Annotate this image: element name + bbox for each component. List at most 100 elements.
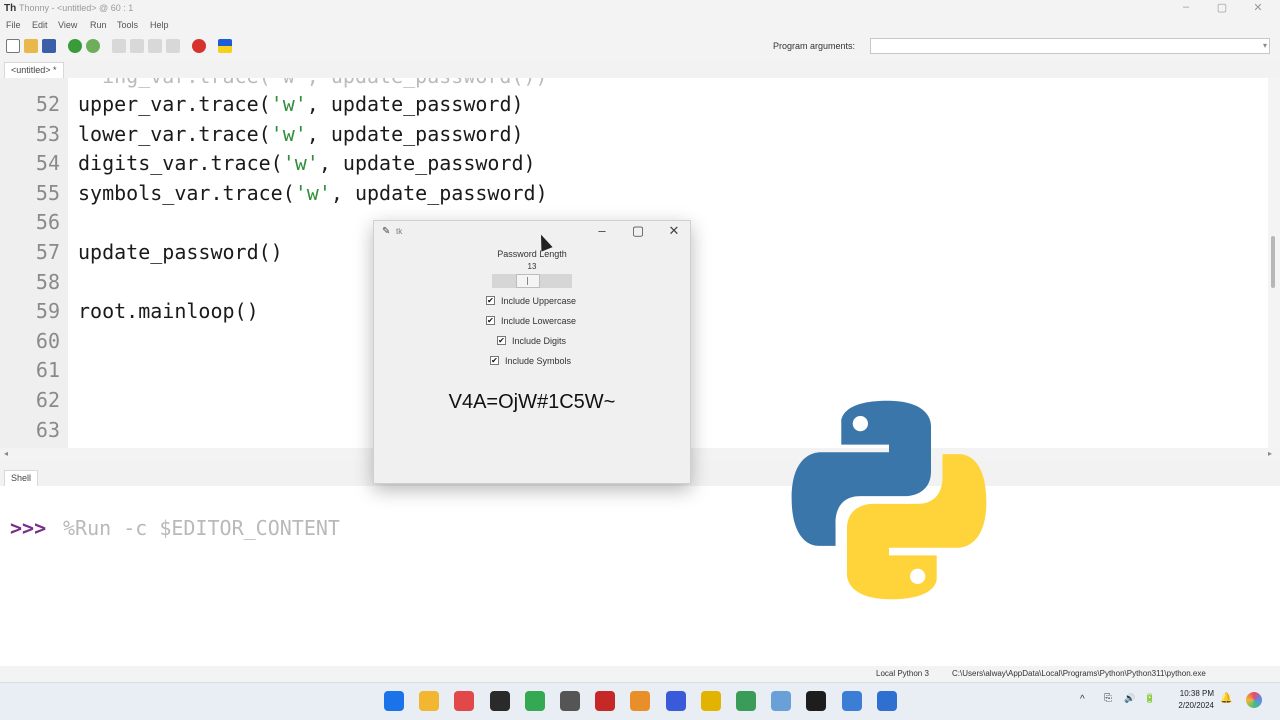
symbols-checkbox[interactable]: ✔ bbox=[490, 356, 499, 365]
shell-tab[interactable]: Shell bbox=[4, 470, 39, 486]
step-out-icon[interactable] bbox=[148, 39, 162, 53]
string-literal: 'w' bbox=[270, 92, 307, 116]
line-number: 60 bbox=[35, 328, 60, 353]
tray-app-icon[interactable]: ⎘ bbox=[1104, 693, 1112, 704]
calculator-icon[interactable] bbox=[841, 691, 862, 711]
line-number: 55 bbox=[35, 180, 60, 205]
minimize-button[interactable]: – bbox=[1166, 1, 1206, 17]
scrollbar-thumb[interactable] bbox=[1271, 236, 1275, 288]
code-text: , update_password) bbox=[330, 180, 548, 205]
string-literal: 'w' bbox=[294, 180, 331, 205]
popup-title-bar[interactable]: ✎ tk – ▢ ✕ bbox=[374, 221, 690, 243]
password-generator-window[interactable]: ✎ tk – ▢ ✕ Password Length 13 ✔ Include … bbox=[373, 220, 691, 484]
scroll-left-icon[interactable]: ◂ bbox=[4, 449, 8, 458]
stop-icon[interactable] bbox=[192, 39, 206, 53]
line-number: 52 bbox=[35, 92, 60, 116]
snipping-tool-icon[interactable] bbox=[454, 691, 475, 711]
resume-icon[interactable] bbox=[166, 39, 180, 53]
app-icon-paint[interactable] bbox=[630, 691, 651, 711]
partial-code-line: ing_var.trace('w', update_password()) bbox=[78, 78, 548, 88]
code-line[interactable]: update_password() bbox=[78, 240, 283, 264]
terminal-icon[interactable] bbox=[489, 691, 510, 711]
app-icon-red[interactable] bbox=[595, 691, 616, 711]
password-length-label: Password Length bbox=[497, 249, 567, 259]
taskbar: ^ ⎘ 🔊 🔋 10:38 PM 2/20/2024 🔔 bbox=[0, 682, 1280, 720]
line-number: 56 bbox=[35, 210, 60, 235]
shell-panel[interactable]: >>> %Run -c $EDITOR_CONTENT bbox=[0, 400, 1280, 666]
editor-vertical-scrollbar[interactable] bbox=[1268, 78, 1280, 448]
interpreter-label[interactable]: Local Python 3 bbox=[876, 669, 929, 678]
line-number: 59 bbox=[35, 299, 60, 324]
chrome-icon[interactable] bbox=[524, 691, 545, 711]
photos-icon[interactable] bbox=[771, 691, 792, 711]
popup-minimize-button[interactable]: – bbox=[588, 223, 616, 238]
clock-date[interactable]: 2/20/2024 bbox=[1168, 701, 1214, 710]
start-icon[interactable] bbox=[384, 691, 404, 711]
program-arguments-label: Program arguments: bbox=[773, 41, 856, 51]
tk-window-icon[interactable] bbox=[876, 691, 897, 711]
uppercase-checkbox[interactable]: ✔ bbox=[486, 296, 495, 305]
volume-icon[interactable]: 🔊 bbox=[1124, 693, 1135, 704]
python-logo-icon bbox=[791, 400, 987, 600]
save-icon[interactable] bbox=[42, 39, 56, 53]
editor-tab-untitled[interactable]: <untitled> * bbox=[4, 62, 64, 78]
status-bar: Local Python 3 C:\Users\alway\AppData\Lo… bbox=[0, 666, 1280, 682]
lowercase-checkbox[interactable]: ✔ bbox=[486, 316, 495, 325]
password-length-value: 13 bbox=[527, 262, 537, 271]
program-arguments-input[interactable]: ▾ bbox=[870, 38, 1270, 54]
code-line[interactable]: upper_var.trace('w', update_password) bbox=[78, 92, 524, 116]
code-text: upper_var.trace( bbox=[78, 92, 271, 116]
step-over-icon[interactable] bbox=[112, 39, 126, 53]
step-into-icon[interactable] bbox=[130, 39, 144, 53]
symbols-checkbox-label[interactable]: Include Symbols bbox=[505, 356, 571, 366]
debug-icon[interactable] bbox=[86, 39, 100, 53]
open-file-icon[interactable] bbox=[24, 39, 38, 53]
clock-time[interactable]: 10:38 PM bbox=[1168, 689, 1214, 698]
code-line[interactable]: digits_var.trace('w', update_password) bbox=[78, 151, 536, 175]
title-bar: Th Thonny - <untitled> @ 60 : 1 – ▢ ✕ bbox=[0, 0, 1280, 18]
code-text: , update_password) bbox=[306, 92, 524, 116]
notification-bell-icon[interactable]: 🔔 bbox=[1220, 693, 1232, 704]
new-file-icon[interactable] bbox=[6, 39, 20, 53]
chrome-profile-icon[interactable] bbox=[736, 691, 756, 711]
menu-help[interactable]: Help bbox=[150, 20, 169, 30]
menu-run[interactable]: Run bbox=[90, 20, 107, 30]
scroll-right-icon[interactable]: ▸ bbox=[1268, 449, 1272, 458]
media-player-icon[interactable] bbox=[806, 691, 827, 711]
popup-close-button[interactable]: ✕ bbox=[660, 223, 688, 239]
menu-file[interactable]: File bbox=[6, 20, 21, 30]
menu-tools[interactable]: Tools bbox=[117, 20, 138, 30]
ukraine-flag-icon[interactable] bbox=[218, 39, 232, 53]
lowercase-checkbox-label[interactable]: Include Lowercase bbox=[501, 316, 576, 326]
slider-handle[interactable] bbox=[516, 274, 540, 288]
app-icon-yellow[interactable] bbox=[700, 691, 721, 711]
file-explorer-icon[interactable] bbox=[419, 691, 440, 711]
tk-feather-icon: ✎ bbox=[382, 226, 391, 237]
code-line[interactable]: lower_var.trace('w', update_password) bbox=[78, 122, 524, 146]
digits-checkbox[interactable]: ✔ bbox=[497, 336, 506, 345]
code-text: , update_password) bbox=[318, 151, 536, 176]
app-icon-blue[interactable] bbox=[665, 691, 686, 711]
code-line[interactable]: symbols_var.trace('w', update_password) bbox=[78, 181, 548, 205]
menu-view[interactable]: View bbox=[58, 20, 77, 30]
thonny-icon[interactable] bbox=[560, 691, 580, 711]
maximize-button[interactable]: ▢ bbox=[1202, 1, 1242, 17]
popup-title: tk bbox=[396, 227, 403, 236]
run-icon[interactable] bbox=[68, 39, 82, 53]
battery-icon[interactable]: 🔋 bbox=[1144, 693, 1155, 704]
uppercase-checkbox-label[interactable]: Include Uppercase bbox=[501, 296, 576, 306]
tray-overflow-icon[interactable]: ^ bbox=[1080, 694, 1085, 705]
interpreter-path[interactable]: C:\Users\alway\AppData\Local\Programs\Py… bbox=[952, 669, 1206, 678]
close-button[interactable]: ✕ bbox=[1238, 1, 1278, 17]
string-literal: 'w' bbox=[270, 121, 307, 146]
digits-checkbox-label[interactable]: Include Digits bbox=[512, 336, 566, 346]
menu-edit[interactable]: Edit bbox=[32, 20, 48, 30]
copilot-icon[interactable] bbox=[1246, 692, 1262, 708]
line-number: 61 bbox=[35, 358, 60, 383]
popup-maximize-button[interactable]: ▢ bbox=[624, 223, 652, 239]
line-number: 57 bbox=[35, 240, 60, 264]
code-line[interactable]: root.mainloop() bbox=[78, 299, 259, 323]
menu-bar: File Edit View Run Tools Help bbox=[0, 18, 1280, 34]
line-number: 63 bbox=[35, 417, 60, 442]
chevron-down-icon[interactable]: ▾ bbox=[1263, 41, 1267, 50]
